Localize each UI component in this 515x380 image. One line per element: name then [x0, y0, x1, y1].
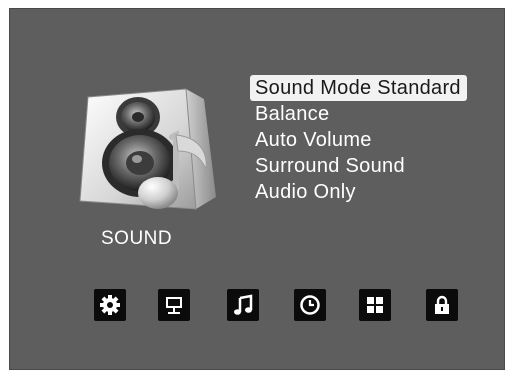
- menu-item-surround-sound[interactable]: Surround Sound: [250, 153, 467, 179]
- menu-item-sound-mode[interactable]: Sound Mode Standard: [250, 75, 467, 101]
- category-label: SOUND: [101, 228, 173, 249]
- lock-icon[interactable]: [426, 289, 458, 321]
- menu-item-balance[interactable]: Balance: [250, 101, 467, 127]
- category-icon-bar: [10, 289, 506, 325]
- settings-gear-icon[interactable]: [94, 289, 126, 321]
- clock-icon[interactable]: [294, 289, 326, 321]
- picture-monitor-icon[interactable]: [158, 289, 190, 321]
- grid-icon[interactable]: [359, 289, 391, 321]
- music-note-icon[interactable]: [227, 289, 259, 321]
- sound-menu: Sound Mode Standard Balance Auto Volume …: [250, 75, 467, 205]
- menu-item-auto-volume[interactable]: Auto Volume: [250, 127, 467, 153]
- osd-screen: SOUND Sound Mode Standard Balance Auto V…: [9, 8, 505, 370]
- menu-item-audio-only[interactable]: Audio Only: [250, 179, 467, 205]
- speaker-music-note-icon: [68, 79, 230, 219]
